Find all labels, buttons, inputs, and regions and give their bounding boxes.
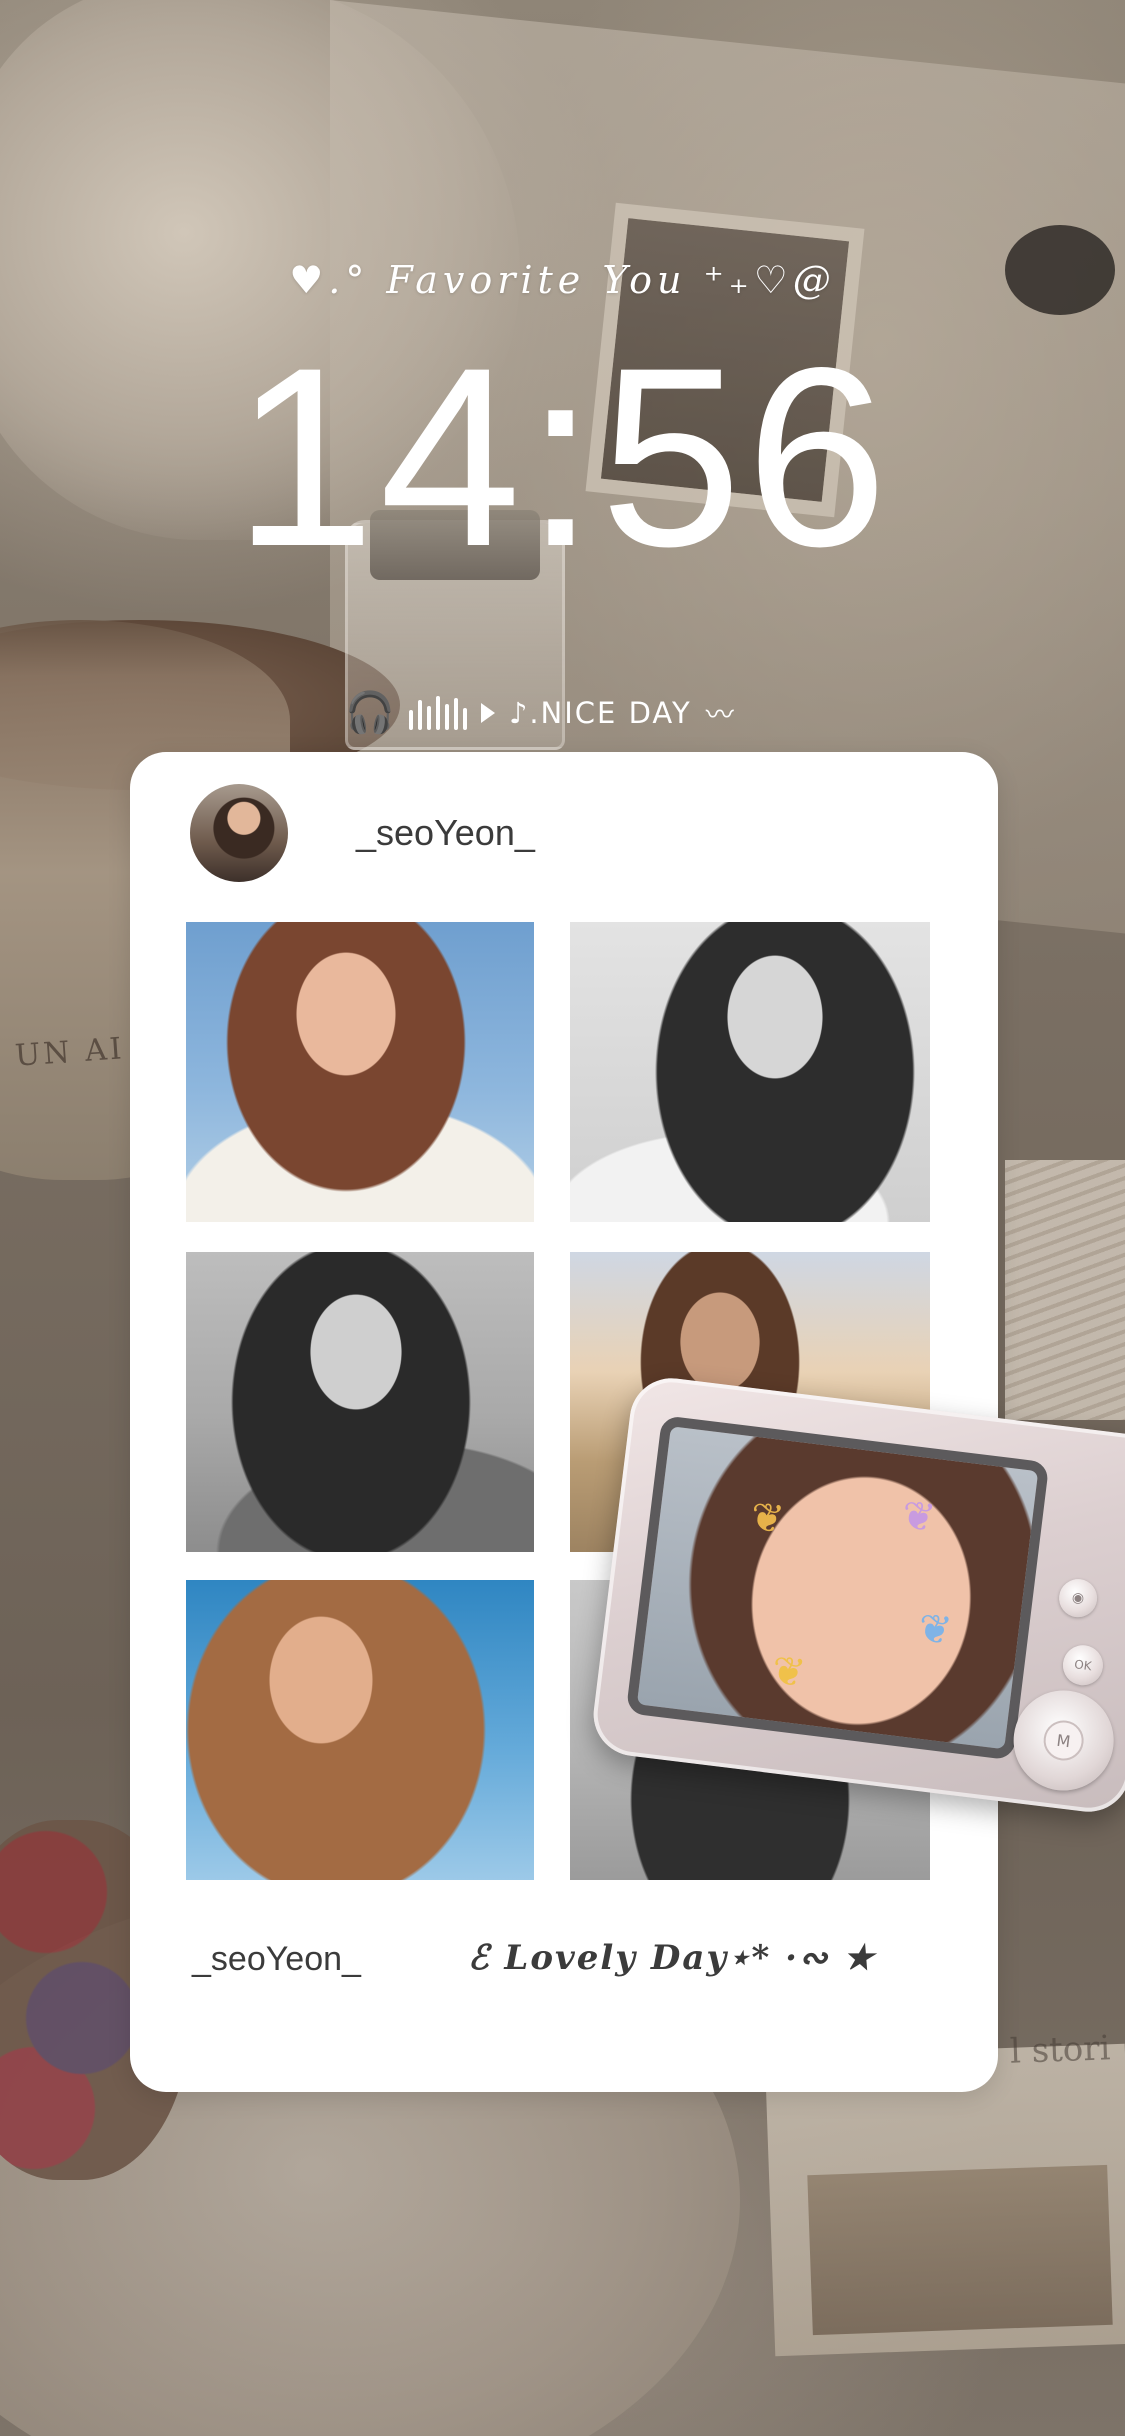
grid-photo-3[interactable] bbox=[186, 1252, 534, 1552]
butterfly-icon: ❦ bbox=[915, 1605, 955, 1655]
avatar[interactable] bbox=[190, 784, 288, 882]
footer-name: _seoYeon_ bbox=[192, 1940, 361, 1978]
now-playing-title: ♪.NICE DAY bbox=[508, 696, 692, 730]
lockscreen-tagline: ♥.° Favorite You ⁺₊♡@ bbox=[289, 258, 836, 302]
camera-dpad: M bbox=[1007, 1684, 1120, 1797]
play-icon[interactable] bbox=[480, 703, 495, 723]
butterfly-icon: ❦ bbox=[769, 1647, 809, 1698]
lockscreen-clock: 14:56 bbox=[233, 315, 892, 600]
headphones-icon: 🎧 bbox=[345, 690, 395, 736]
butterfly-icon: ❦ bbox=[899, 1492, 938, 1542]
wallpaper-card-image bbox=[807, 2164, 1113, 2336]
camera-button-top: ◉ bbox=[1056, 1576, 1100, 1620]
now-playing-widget[interactable]: 🎧 ♪.NICE DAY 〰 bbox=[345, 686, 734, 740]
wallpaper-book-pages bbox=[1005, 1160, 1125, 1420]
wave-icon: 〰 bbox=[705, 698, 734, 731]
audio-bars-icon bbox=[408, 696, 467, 730]
wallpaper-card-text: l stori bbox=[1009, 2028, 1112, 2072]
grid-photo-5[interactable] bbox=[186, 1580, 534, 1880]
camera-dpad-center: M bbox=[1041, 1718, 1086, 1763]
camera-button-ok: OK bbox=[1060, 1642, 1106, 1688]
profile-name: _seoYeon_ bbox=[356, 812, 535, 853]
camera-screen-photo: ❦ ❦ ❦ ❦ bbox=[625, 1415, 1050, 1761]
grid-photo-1[interactable] bbox=[186, 922, 534, 1222]
camera-sticker: ❦ ❦ ❦ ❦ ◉ OK M bbox=[588, 1373, 1125, 1817]
footer-tagline: ℰ Lovely Day⋆* ·∾ ★ bbox=[468, 1938, 876, 1978]
grid-photo-2[interactable] bbox=[570, 922, 930, 1222]
butterfly-icon: ❦ bbox=[747, 1493, 787, 1544]
